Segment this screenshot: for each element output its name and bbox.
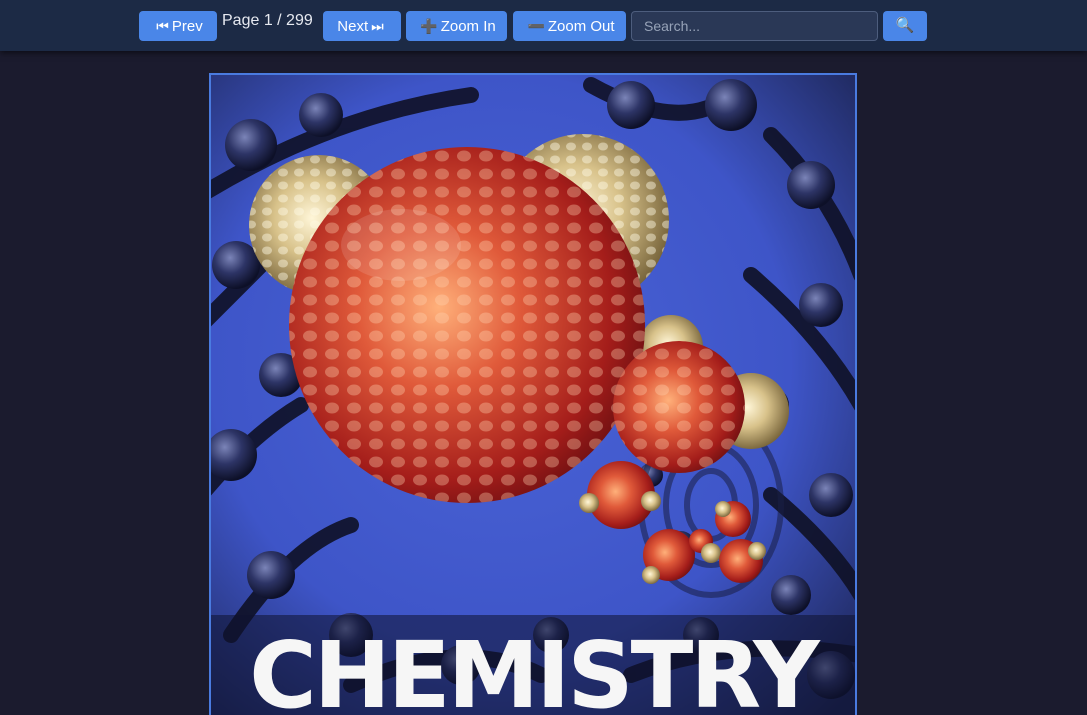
zoom-out-label: Zoom Out — [547, 18, 615, 35]
minus-icon: ➖ — [527, 18, 545, 34]
document-viewer[interactable]: CHEMISTRY — [209, 73, 857, 715]
search-icon: 🔍 — [895, 17, 915, 34]
skip-forward-icon: ⏭ — [371, 18, 384, 34]
search-input[interactable] — [631, 11, 878, 41]
search-button[interactable]: 🔍 — [883, 11, 927, 41]
page-indicator: Page 1 / 299 — [222, 12, 313, 29]
cover-title: CHEMISTRY — [249, 622, 821, 715]
next-page-button[interactable]: Next ⏭ — [323, 11, 401, 41]
plus-icon: ➕ — [420, 18, 438, 34]
zoom-in-label: Zoom In — [440, 18, 496, 35]
toolbar: ⏮ Prev Page 1 / 299 Next ⏭ ➕ Zoom In ➖ Zoom … — [0, 0, 1087, 51]
next-page-label: Next — [337, 18, 369, 35]
zoom-out-button[interactable]: ➖ Zoom Out — [513, 11, 626, 41]
prev-page-button[interactable]: ⏮ Prev — [139, 11, 217, 41]
prev-page-label: Prev — [171, 18, 203, 35]
skip-back-icon: ⏮ — [156, 18, 169, 34]
cover-page: CHEMISTRY — [211, 75, 855, 715]
zoom-in-button[interactable]: ➕ Zoom In — [406, 11, 507, 41]
